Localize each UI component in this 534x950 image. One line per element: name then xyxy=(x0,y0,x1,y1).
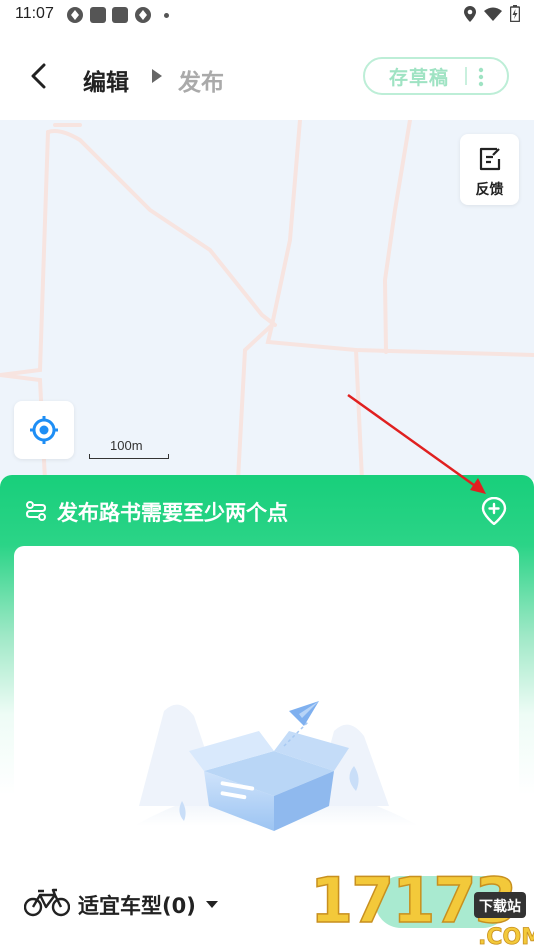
panel-title: 发布路书需要至少两个点 xyxy=(57,501,288,525)
app-notification-icon xyxy=(135,7,151,23)
empty-box-illustration xyxy=(134,701,419,831)
app-notification-icon xyxy=(90,7,106,23)
battery-icon xyxy=(510,5,520,22)
status-time: 11:07 xyxy=(15,5,54,22)
breadcrumb-publish: 发布 xyxy=(178,70,224,96)
watermark-suffix: .COM xyxy=(478,925,534,950)
wifi-icon xyxy=(484,7,502,21)
watermark-tag: 下载站 xyxy=(479,898,521,915)
route-panel: 发布路书需要至少两个点 xyxy=(0,475,534,876)
app-notification-icon xyxy=(112,7,128,23)
status-bar: 11:07 xyxy=(0,0,534,30)
header: 编辑 发布 存草稿 xyxy=(0,30,534,120)
feedback-label: 反馈 xyxy=(475,182,504,198)
more-vertical-icon[interactable] xyxy=(478,67,484,87)
feedback-edit-icon xyxy=(479,147,501,171)
caret-down-icon[interactable] xyxy=(206,901,218,908)
system-icons xyxy=(464,5,520,22)
locate-me-button[interactable] xyxy=(14,401,74,459)
locate-crosshair-icon xyxy=(30,416,58,444)
app-notification-icon xyxy=(67,7,83,23)
bicycle-icon xyxy=(24,888,70,917)
breadcrumb-arrow-icon xyxy=(152,69,162,83)
add-point-icon[interactable] xyxy=(481,497,507,525)
bike-type-selector[interactable]: 适宜车型(0) xyxy=(78,890,196,920)
watermark-logo: 17173 下载站 .COM xyxy=(310,863,534,950)
save-draft-label: 存草稿 xyxy=(389,66,450,89)
more-notifications-dot xyxy=(164,12,169,18)
map-scale-label: 100m xyxy=(110,438,143,453)
feedback-button[interactable]: 反馈 xyxy=(460,134,519,205)
back-arrow-icon[interactable] xyxy=(26,63,52,89)
map-view[interactable]: 反馈 100m xyxy=(0,120,534,480)
notification-icons xyxy=(66,6,169,24)
empty-state-card xyxy=(14,546,519,876)
map-roads xyxy=(0,120,534,480)
divider xyxy=(465,67,467,85)
location-icon xyxy=(464,5,476,22)
breadcrumb-edit[interactable]: 编辑 xyxy=(83,63,129,97)
map-scale-bar xyxy=(89,454,169,459)
route-icon xyxy=(25,501,47,521)
save-draft-button[interactable]: 存草稿 xyxy=(363,57,509,95)
